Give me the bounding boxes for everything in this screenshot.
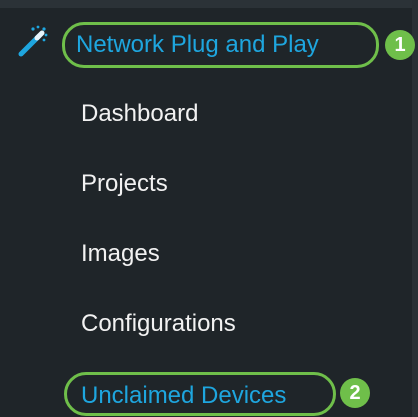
menu-title[interactable]: Network Plug and Play [76, 31, 319, 59]
menu-item-configurations[interactable]: Configurations [81, 310, 236, 338]
pnp-submenu: Network Plug and Play 1 Dashboard Projec… [0, 0, 415, 417]
menu-item-projects[interactable]: Projects [81, 170, 168, 198]
magic-wand-icon [18, 25, 48, 57]
menu-item-images[interactable]: Images [81, 240, 160, 268]
step-badge-1: 1 [385, 30, 415, 60]
menu-item-dashboard[interactable]: Dashboard [81, 100, 198, 128]
scrollbar-track[interactable] [412, 0, 418, 417]
menu-item-unclaimed-devices[interactable]: Unclaimed Devices [81, 382, 286, 410]
step-badge-2: 2 [340, 378, 370, 408]
menu-header[interactable]: Network Plug and Play [0, 22, 412, 72]
